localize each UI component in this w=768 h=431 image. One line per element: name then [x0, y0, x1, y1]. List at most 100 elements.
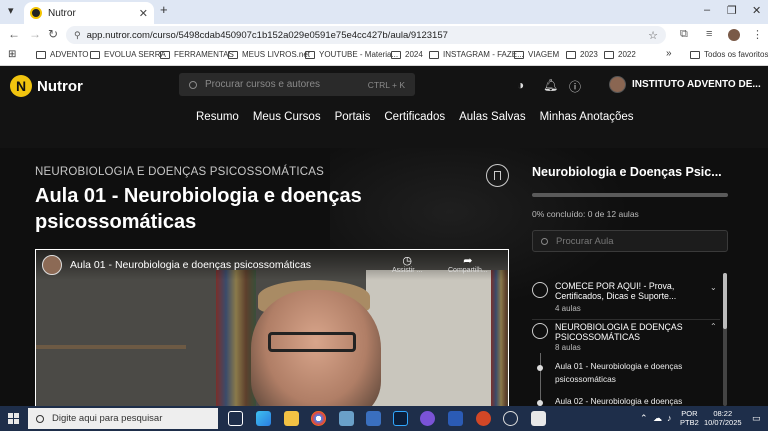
bookmark-folder[interactable]: INSTAGRAM - FAZE... — [429, 50, 524, 59]
nav-resumo[interactable]: Resumo — [196, 111, 239, 123]
profile-avatar[interactable] — [728, 29, 740, 41]
presenter-glasses — [268, 332, 356, 352]
extensions-icon[interactable]: ⧉ — [680, 28, 688, 41]
folder-icon — [160, 50, 170, 59]
folder-icon — [90, 50, 100, 59]
clock[interactable]: 08:22 10/07/2025 — [704, 409, 742, 427]
channel-avatar[interactable] — [42, 255, 62, 275]
nav-minhas-anotacoes[interactable]: Minhas Anotações — [540, 111, 634, 123]
url-text[interactable]: app.nutror.com/curso/5498cdab450907c1b15… — [87, 30, 649, 41]
share-button[interactable]: ➦ Compartilh... — [448, 254, 488, 274]
bookmark-folder[interactable]: 2022 — [604, 50, 636, 59]
save-lesson-button[interactable] — [486, 164, 509, 187]
app-icon[interactable] — [420, 411, 435, 426]
course-label: NEUROBIOLOGIA E DOENÇAS PSICOSSOMÁTICAS — [35, 166, 324, 178]
minimize-icon[interactable]: – — [704, 4, 710, 16]
tab-list-icon[interactable]: ▾ — [8, 4, 14, 17]
nav-meus-cursos[interactable]: Meus Cursos — [253, 111, 321, 123]
tab-close-icon[interactable]: ✕ — [139, 7, 148, 20]
all-bookmarks-folder[interactable]: Todos os favoritos — [690, 50, 768, 59]
edge-icon[interactable] — [256, 411, 271, 426]
more-bookmarks-icon[interactable]: » — [666, 48, 672, 59]
lesson-item[interactable]: Aula 02 - Neurobiologia e doenças — [555, 395, 715, 406]
windows-taskbar: Digite aqui para pesquisar ⌃ ☁ ♪ POR PTB… — [0, 406, 768, 431]
close-window-icon[interactable]: ✕ — [752, 4, 761, 17]
browser-tab-strip: ▾ Nutror ✕ + – ❐ ✕ — [0, 0, 768, 24]
reload-icon[interactable]: ↻ — [48, 27, 58, 41]
taskbar-search-input[interactable]: Digite aqui para pesquisar — [28, 408, 218, 429]
back-icon[interactable]: ← — [8, 27, 20, 41]
module-count: 4 aulas — [555, 304, 581, 313]
app-icon[interactable] — [503, 411, 518, 426]
bookmark-folder[interactable]: ADVENTO — [36, 50, 89, 59]
lesson-title: Aula 01 - Neurobiologia e doenças psicos… — [35, 185, 362, 233]
sidebar-scrollbar-thumb[interactable] — [723, 273, 727, 329]
apps-grid-icon[interactable]: ⊞ — [8, 49, 16, 60]
forward-icon[interactable]: → — [29, 27, 41, 41]
bookmark-folder[interactable]: VIAGEM — [514, 50, 559, 59]
maximize-icon[interactable]: ❐ — [727, 4, 737, 17]
nutror-logo[interactable]: N Nutror — [10, 75, 83, 97]
search-shortcut: CTRL + K — [367, 79, 405, 90]
app-icon[interactable] — [531, 411, 546, 426]
url-omnibox[interactable]: ⚲ app.nutror.com/curso/5498cdab450907c1b… — [66, 26, 666, 44]
cloud-icon[interactable]: ☁ — [653, 413, 662, 424]
new-tab-button[interactable]: + — [160, 2, 168, 17]
module-title: COMECE POR AQUI! - Prova, Certificados, … — [555, 281, 677, 301]
divider — [532, 319, 720, 320]
task-view-icon[interactable] — [228, 411, 243, 426]
module-item[interactable]: NEUROBIOLOGIA E DOENÇAS PSICOSSOMÁTICAS … — [532, 321, 722, 352]
help-icon[interactable]: ⓘ — [569, 78, 581, 95]
tab-title: Nutror — [48, 7, 76, 19]
nutror-logo-text: Nutror — [37, 77, 83, 95]
chrome-icon[interactable] — [311, 411, 326, 426]
notifications-bell-icon[interactable]: 🔔︎ — [543, 78, 558, 92]
bookshelf — [491, 270, 508, 406]
volume-icon[interactable]: ♪ — [667, 413, 672, 423]
folder-icon — [228, 50, 238, 59]
file-explorer-icon[interactable] — [284, 411, 299, 426]
more-menu-icon[interactable]: ⋮ — [752, 28, 763, 41]
photoshop-icon[interactable] — [393, 411, 408, 426]
calculator-icon[interactable] — [366, 411, 381, 426]
share-icon: ➦ — [463, 255, 473, 267]
lesson-status-dot — [537, 365, 543, 371]
chevron-up-icon: ⌃ — [710, 322, 717, 331]
powerpoint-icon[interactable] — [476, 411, 491, 426]
site-info-icon[interactable]: ⚲ — [74, 30, 81, 41]
module-item[interactable]: COMECE POR AQUI! - Prova, Certificados, … — [532, 280, 722, 316]
bookmark-folder[interactable]: EVOLUA SERRA — [90, 50, 166, 59]
folder-icon — [566, 50, 576, 59]
media-icon[interactable]: ≡ — [706, 28, 712, 40]
lesson-search-input[interactable]: Procurar Aula — [532, 230, 728, 252]
video-player[interactable]: Aula 01 - Neurobiologia e doenças psicos… — [35, 249, 509, 406]
video-title[interactable]: Aula 01 - Neurobiologia e doenças psicos… — [70, 259, 311, 271]
bookmark-folder[interactable]: 2023 — [566, 50, 598, 59]
bookmark-folder[interactable]: MEUS LIVROS.net — [228, 50, 310, 59]
video-title-bar: Aula 01 - Neurobiologia e doenças psicos… — [36, 250, 508, 280]
nav-aulas-salvas[interactable]: Aulas Salvas — [459, 111, 525, 123]
folder-icon — [305, 50, 315, 59]
language-indicator[interactable]: POR PTB2 — [680, 409, 699, 427]
bookmark-folder[interactable]: FERRAMENTAS — [160, 50, 234, 59]
bookmark-folder[interactable]: 2024 — [391, 50, 423, 59]
notification-center-icon[interactable]: ▭ — [752, 413, 761, 424]
clock-icon: ◷ — [402, 255, 412, 267]
lesson-item[interactable]: Aula 01 - Neurobiologia e doenças psicos… — [555, 360, 715, 386]
theme-toggle-icon[interactable]: ◑ — [517, 78, 524, 92]
lesson-area: NEUROBIOLOGIA E DOENÇAS PSICOSSOMÁTICAS … — [0, 148, 768, 406]
user-menu[interactable]: INSTITUTO ADVENTO DE... ⌄ — [609, 76, 768, 93]
app-icon[interactable] — [339, 411, 354, 426]
bookmark-star-icon[interactable]: ☆ — [648, 29, 658, 42]
nav-portais[interactable]: Portais — [335, 111, 371, 123]
windows-start-icon[interactable] — [8, 413, 19, 424]
course-search-input[interactable]: Procurar cursos e autores CTRL + K — [179, 73, 415, 96]
nav-certificados[interactable]: Certificados — [384, 111, 445, 123]
word-icon[interactable] — [448, 411, 463, 426]
bookmark-folder[interactable]: YOUTUBE - Materia... — [305, 50, 398, 59]
browser-tab[interactable]: Nutror ✕ — [24, 2, 154, 24]
tray-chevron-icon[interactable]: ⌃ — [640, 413, 648, 424]
folder-icon — [391, 50, 401, 59]
folder-icon — [514, 50, 524, 59]
watch-later-button[interactable]: ◷ Assistir ... — [392, 254, 422, 274]
